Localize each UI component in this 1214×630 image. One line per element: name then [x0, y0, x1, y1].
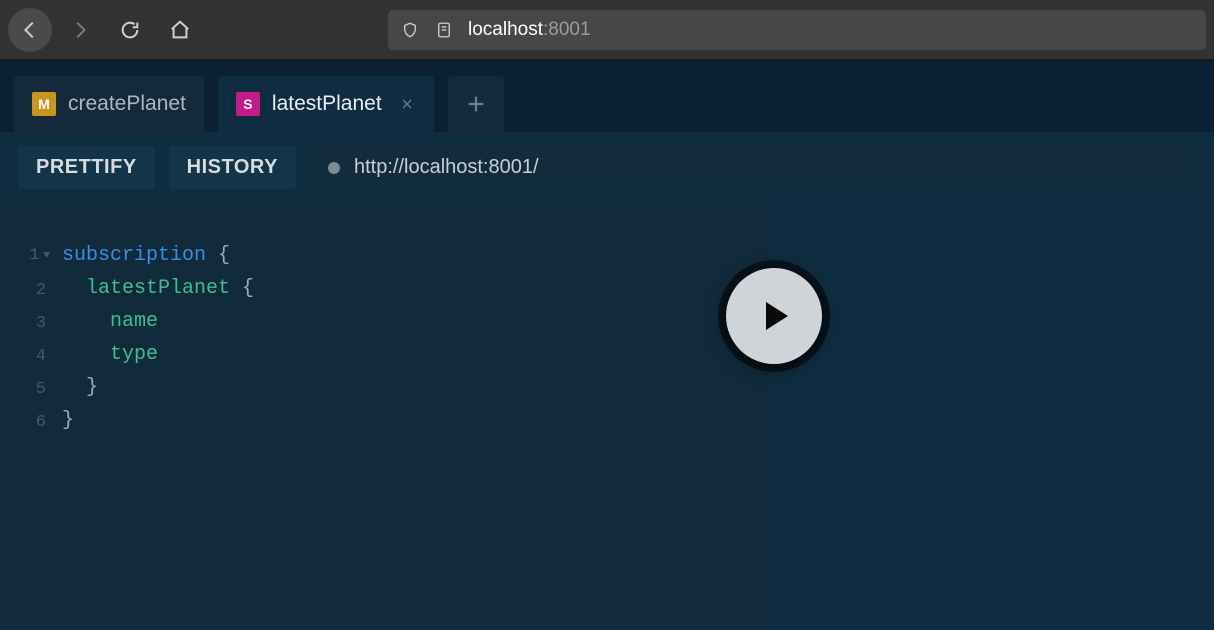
code-content[interactable]: subscription { latestPlanet { name type … [62, 239, 770, 437]
browser-toolbar: localhost:8001 [0, 0, 1214, 60]
url-text: localhost:8001 [468, 19, 591, 41]
line-number: 1▼ [0, 239, 46, 274]
editor-wrap: 1▼ 2 3 4 5 6 subscription { latestPlanet… [0, 203, 1214, 630]
play-icon [754, 296, 794, 336]
tab-label: latestPlanet [272, 92, 382, 116]
endpoint-input[interactable]: http://localhost:8001/ [310, 146, 1196, 189]
reload-icon [119, 19, 141, 41]
mutation-badge-icon: M [32, 92, 56, 116]
brace: { [230, 277, 254, 300]
tab-latestplanet[interactable]: S latestPlanet [218, 76, 434, 132]
shield-icon [400, 20, 420, 40]
query-editor[interactable]: 1▼ 2 3 4 5 6 subscription { latestPlanet… [0, 203, 770, 630]
keyword-subscription: subscription [62, 244, 206, 267]
home-icon [169, 19, 191, 41]
forward-button[interactable] [58, 8, 102, 52]
close-icon [400, 97, 414, 111]
graphql-playground: M createPlanet S latestPlanet PRETTIFY H… [0, 60, 1214, 630]
new-tab-button[interactable] [448, 76, 504, 132]
tab-label: createPlanet [68, 92, 186, 116]
url-host: localhost [468, 19, 543, 40]
reload-button[interactable] [108, 8, 152, 52]
result-pane [770, 203, 1214, 630]
address-bar[interactable]: localhost:8001 [388, 10, 1206, 50]
endpoint-url: http://localhost:8001/ [354, 156, 539, 179]
close-tab-button[interactable] [398, 95, 416, 113]
history-button[interactable]: HISTORY [169, 146, 296, 189]
page-info-icon[interactable] [434, 20, 454, 40]
tabs-row: M createPlanet S latestPlanet [0, 76, 1214, 132]
field-type: type [110, 343, 158, 366]
url-port: :8001 [543, 19, 591, 40]
subscription-badge-icon: S [236, 92, 260, 116]
prettify-button[interactable]: PRETTIFY [18, 146, 155, 189]
plus-icon [465, 93, 487, 115]
playground-toolbar: PRETTIFY HISTORY http://localhost:8001/ [0, 132, 1214, 203]
fold-marker-icon[interactable]: ▼ [43, 250, 50, 262]
line-number: 5 [0, 373, 46, 406]
field-latestplanet: latestPlanet [86, 277, 230, 300]
line-number: 6 [0, 406, 46, 439]
line-gutter: 1▼ 2 3 4 5 6 [0, 239, 54, 439]
home-button[interactable] [158, 8, 202, 52]
arrow-right-icon [69, 19, 91, 41]
field-name: name [110, 310, 158, 333]
line-number: 2 [0, 274, 46, 307]
brace: { [206, 244, 230, 267]
execute-button[interactable] [726, 268, 822, 364]
line-number: 3 [0, 307, 46, 340]
arrow-left-icon [19, 19, 41, 41]
brace: } [62, 409, 74, 432]
tab-createplanet[interactable]: M createPlanet [14, 76, 204, 132]
endpoint-status-dot-icon [328, 162, 340, 174]
back-button[interactable] [8, 8, 52, 52]
brace: } [86, 376, 98, 399]
line-number: 4 [0, 340, 46, 373]
